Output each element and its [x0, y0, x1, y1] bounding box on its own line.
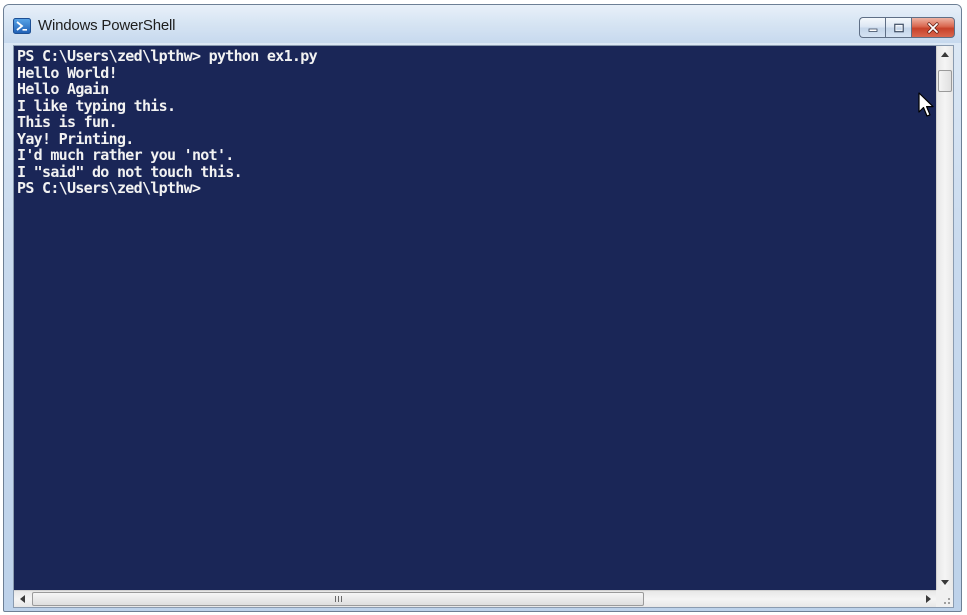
maximize-button[interactable]	[885, 17, 911, 38]
console-line: I'd much rather you 'not'.	[17, 146, 234, 164]
console-line: PS C:\Users\zed\lpthw> python ex1.py	[17, 47, 318, 65]
arrow-down-icon	[941, 580, 949, 585]
vertical-scrollbar[interactable]	[936, 46, 953, 591]
console-line: Hello Again	[17, 80, 109, 98]
scroll-right-button[interactable]	[920, 591, 937, 607]
resize-grip-icon	[944, 598, 950, 604]
maximize-icon	[893, 23, 904, 32]
minimize-button[interactable]	[859, 17, 885, 38]
powershell-window: Windows PowerShell PS C:\Users\zed\lpthw…	[3, 4, 962, 612]
arrow-right-icon	[926, 595, 931, 603]
arrow-up-icon	[941, 52, 949, 57]
close-icon	[927, 21, 939, 34]
console-line: Yay! Printing.	[17, 129, 134, 148]
console-line: I like typing this.	[17, 96, 176, 115]
arrow-left-icon	[20, 595, 25, 603]
console-prompt: PS C:\Users\zed\lpthw>	[17, 179, 201, 197]
vertical-scroll-thumb[interactable]	[938, 70, 952, 92]
console-line: This is fun.	[17, 113, 118, 131]
console-frame: PS C:\Users\zed\lpthw> python ex1.py Hel…	[13, 45, 954, 608]
horizontal-scrollbar[interactable]	[14, 590, 937, 607]
console-line: Hello World!	[17, 63, 118, 82]
scroll-left-button[interactable]	[14, 591, 31, 607]
console-text: PS C:\Users\zed\lpthw> python ex1.py Hel…	[14, 46, 937, 197]
grip-icon	[334, 596, 342, 602]
resize-grip[interactable]	[936, 590, 953, 607]
horizontal-scroll-thumb[interactable]	[32, 592, 644, 606]
scroll-up-button[interactable]	[937, 46, 953, 63]
scroll-down-button[interactable]	[937, 574, 953, 591]
close-button[interactable]	[911, 17, 955, 38]
console-line: I "said" do not touch this.	[17, 162, 243, 181]
minimize-icon	[868, 28, 877, 32]
console-output[interactable]: PS C:\Users\zed\lpthw> python ex1.py Hel…	[14, 46, 937, 591]
powershell-icon	[13, 18, 31, 34]
window-title: Windows PowerShell	[38, 17, 176, 34]
mouse-pointer-icon	[918, 92, 934, 117]
title-bar[interactable]: Windows PowerShell	[4, 5, 961, 43]
window-controls	[859, 17, 955, 38]
